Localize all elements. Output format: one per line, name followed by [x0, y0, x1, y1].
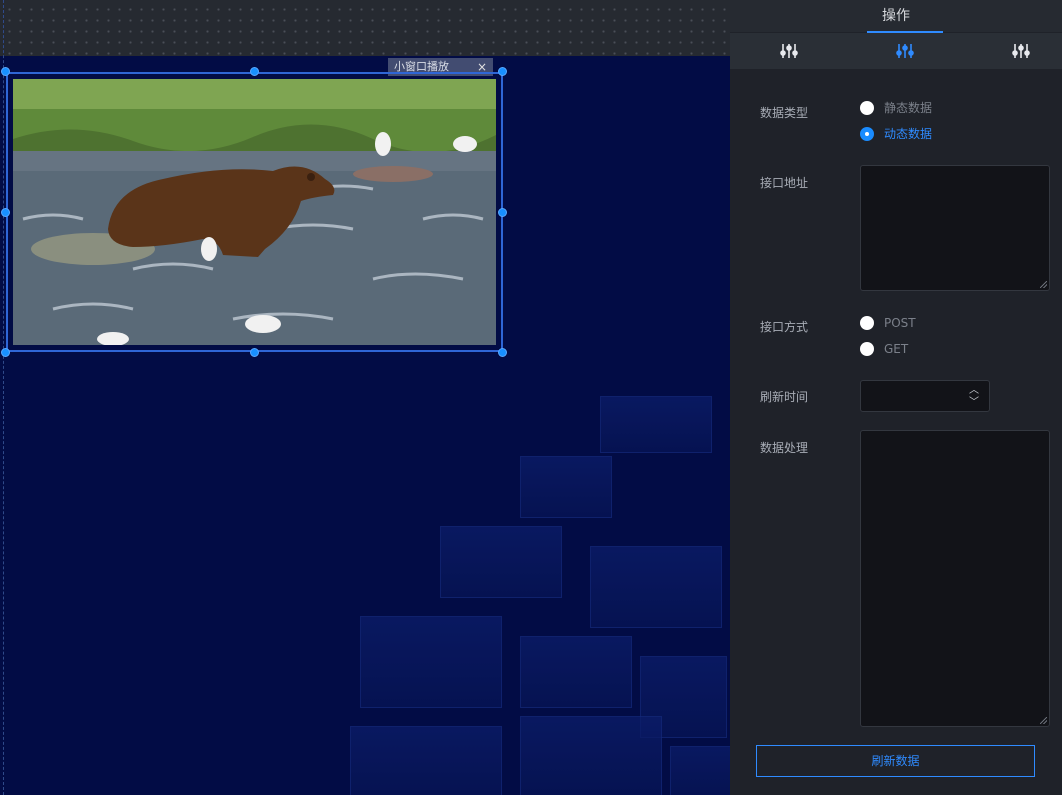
radio-static-data-label: 静态数据	[884, 101, 933, 115]
background-building	[600, 396, 712, 453]
canvas-dotted-header	[0, 0, 730, 56]
resize-handle-bottom[interactable]	[250, 348, 259, 357]
panel-header: 操作	[730, 0, 1062, 32]
resize-handle-top[interactable]	[250, 67, 259, 76]
resize-handle-right[interactable]	[498, 208, 507, 217]
resize-grip-icon[interactable]	[1040, 717, 1047, 724]
sliders-icon[interactable]	[1011, 42, 1031, 60]
radio-post-label: POST	[884, 316, 916, 330]
resize-handle-top-right[interactable]	[498, 67, 507, 76]
api-url-label: 接口地址	[760, 176, 809, 190]
resize-handle-top-left[interactable]	[1, 67, 10, 76]
refresh-time-label: 刷新时间	[760, 390, 809, 404]
api-url-textarea[interactable]	[860, 165, 1050, 291]
background-building	[520, 456, 612, 518]
refresh-data-button[interactable]: 刷新数据	[756, 745, 1035, 777]
resize-handle-left[interactable]	[1, 208, 10, 217]
chevron-down-icon[interactable]: ﹀	[969, 398, 979, 408]
radio-dot-checked[interactable]	[860, 127, 874, 141]
radio-get-label: GET	[884, 342, 909, 356]
chevron-up-icon[interactable]: ︿	[969, 386, 979, 396]
radio-dot[interactable]	[860, 316, 874, 330]
radio-dot[interactable]	[860, 101, 874, 115]
radio-dynamic-data-label: 动态数据	[884, 127, 933, 141]
tab-operation[interactable]: 操作	[730, 5, 1062, 25]
properties-panel: 操作 数据类型 静态数据 动态数据 接口地址 接口方式 POST GET 刷新时…	[730, 0, 1062, 795]
resize-handle-bottom-right[interactable]	[498, 348, 507, 357]
background-building	[440, 526, 562, 598]
resize-grip-icon[interactable]	[1040, 281, 1047, 288]
background-building	[520, 636, 632, 708]
video-bear-image	[13, 79, 496, 345]
refresh-time-input[interactable]: ︿ ﹀	[860, 380, 990, 412]
video-widget[interactable]	[6, 72, 503, 352]
resize-handle-bottom-left[interactable]	[1, 348, 10, 357]
data-processing-label: 数据处理	[760, 441, 809, 455]
sliders-icon-active[interactable]	[895, 42, 915, 60]
background-building	[520, 716, 662, 795]
api-method-label: 接口方式	[760, 320, 809, 334]
background-building	[360, 616, 502, 708]
sliders-icon[interactable]	[779, 42, 799, 60]
background-building	[670, 746, 730, 795]
panel-toolbar	[730, 33, 1062, 69]
data-type-label: 数据类型	[760, 106, 809, 120]
video-frame	[13, 79, 496, 345]
vertical-guide-line	[3, 0, 4, 795]
editor-canvas[interactable]: 小窗口播放 ×	[0, 0, 730, 795]
background-building	[350, 726, 502, 795]
radio-dot[interactable]	[860, 342, 874, 356]
data-processing-textarea[interactable]	[860, 430, 1050, 727]
background-building	[590, 546, 722, 628]
